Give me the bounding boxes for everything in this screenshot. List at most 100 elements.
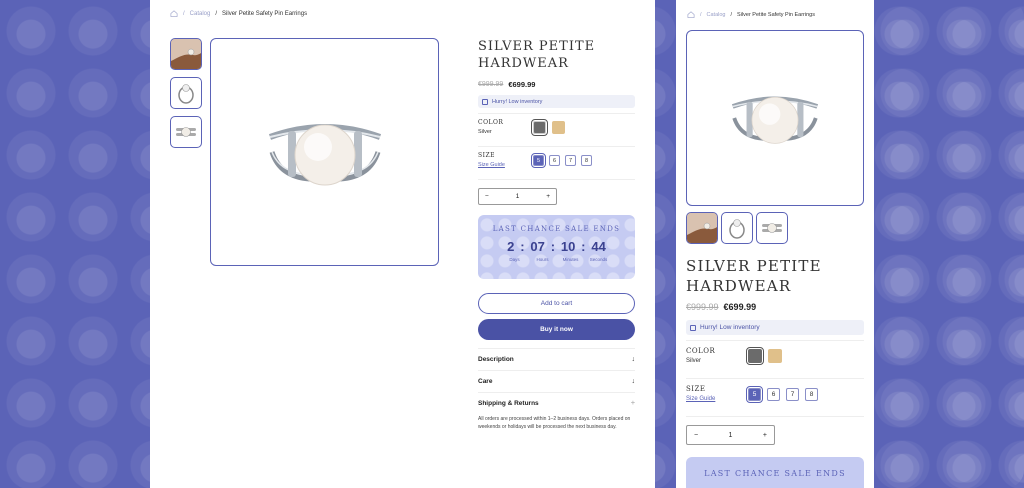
accordion-description-label: Description	[478, 356, 514, 363]
color-option-row: Color Silver	[686, 347, 864, 373]
ring-top-image	[176, 127, 196, 137]
low-inventory-text: Hurry! Low inventory	[700, 324, 760, 331]
pearl-ring-image	[268, 124, 381, 186]
ring-side-image	[178, 84, 194, 104]
countdown-colon: :	[581, 239, 586, 254]
color-label: Color	[478, 119, 504, 126]
swatch-silver[interactable]	[746, 347, 764, 365]
swatch-silver[interactable]	[531, 119, 548, 136]
shipping-text: All orders are processed within 1–2 busi…	[478, 416, 631, 430]
background-pattern-right	[874, 0, 1024, 488]
size-option-5[interactable]: 5	[746, 386, 763, 403]
size-option-8[interactable]: 8	[581, 155, 592, 166]
size-label: Size	[478, 152, 496, 159]
swatch-gold[interactable]	[768, 349, 782, 363]
swatch-gold[interactable]	[552, 121, 565, 134]
thumbnail-ring-top[interactable]	[170, 116, 202, 148]
size-label: Size	[686, 385, 706, 393]
color-value: Silver	[686, 358, 702, 364]
low-inventory-notice: Hurry! Low inventory	[478, 95, 635, 108]
quantity-decrease-button[interactable]: −	[694, 432, 698, 439]
hours-label: Hours	[536, 257, 549, 262]
breadcrumb: / Catalog / Silver Petite Safety Pin Ear…	[687, 11, 815, 18]
breadcrumb-separator: /	[700, 11, 702, 18]
add-to-cart-button[interactable]: Add to cart	[478, 293, 635, 314]
countdown-hours: 07	[530, 239, 545, 254]
accordion-shipping[interactable]: Shipping & Returns +	[478, 392, 635, 414]
color-option-row: Color Silver	[478, 119, 635, 141]
old-price: €999.99	[686, 302, 719, 312]
size-option-row: Size Size Guide 5 6 7 8	[686, 385, 864, 411]
main-product-image[interactable]	[686, 30, 864, 206]
countdown-days: 2	[507, 239, 515, 254]
divider	[478, 179, 635, 180]
accordion-care-label: Care	[478, 378, 493, 385]
size-option-7[interactable]: 7	[786, 388, 799, 401]
quantity-value[interactable]: 1	[516, 193, 520, 200]
breadcrumb-catalog-link[interactable]: Catalog	[707, 12, 726, 18]
seconds-label: Seconds	[589, 257, 608, 262]
pearl-ring-image	[731, 96, 819, 144]
size-option-5[interactable]: 5	[531, 153, 546, 168]
quantity-decrease-button[interactable]: −	[485, 193, 489, 200]
quantity-increase-button[interactable]: +	[546, 193, 550, 200]
home-icon[interactable]	[170, 10, 178, 17]
breadcrumb-current: Silver Petite Safety Pin Earrings	[737, 11, 815, 18]
breadcrumb-separator: /	[183, 10, 185, 17]
divider	[478, 146, 635, 147]
breadcrumb-current: Silver Petite Safety Pin Earrings	[222, 10, 308, 17]
size-guide-link[interactable]: Size Guide	[478, 162, 533, 168]
size-option-row: Size Size Guide 5 6 7 8	[478, 152, 635, 174]
countdown-minutes: 10	[560, 239, 576, 254]
accordion-care[interactable]: Care ↓	[478, 370, 635, 392]
color-label: Color	[686, 347, 716, 355]
divider	[478, 113, 635, 114]
thumbnail-ring-side[interactable]	[170, 77, 202, 109]
breadcrumb-separator: /	[215, 10, 218, 17]
divider	[686, 340, 864, 341]
hand-ring-image	[687, 213, 717, 243]
breadcrumb-separator: /	[730, 11, 733, 18]
thumbnail-ring-top[interactable]	[756, 212, 788, 244]
quantity-value[interactable]: 1	[729, 432, 733, 439]
divider	[686, 416, 864, 417]
minutes-label: Minutes	[562, 257, 579, 262]
checkbox-icon	[690, 324, 696, 331]
size-option-8[interactable]: 8	[805, 388, 818, 401]
collapse-icon: +	[630, 400, 635, 407]
buy-now-button[interactable]: Buy it now	[478, 319, 635, 340]
price-block: €999.99 €699.99	[478, 80, 635, 89]
countdown-labels: Days Hours Minutes Seconds	[478, 257, 635, 262]
product-title: Silver Petite Hardwear	[686, 257, 822, 295]
size-guide-link[interactable]: Size Guide	[686, 396, 748, 402]
days-label: Days	[509, 257, 520, 262]
countdown-timer: Last chance sale ends 2 : 07 : 10 : 44 D…	[478, 215, 635, 279]
ring-side-image	[729, 219, 745, 239]
mobile-product-page: / Catalog / Silver Petite Safety Pin Ear…	[676, 0, 874, 488]
low-inventory-text: Hurry! Low inventory	[492, 98, 543, 105]
thumbnail-ring-side[interactable]	[721, 212, 753, 244]
breadcrumb-catalog-link[interactable]: Catalog	[190, 11, 211, 17]
thumbnail-hand[interactable]	[686, 212, 718, 244]
product-info: Silver Petite Hardwear €999.99 €699.99 H…	[478, 38, 635, 431]
size-option-7[interactable]: 7	[565, 155, 576, 166]
home-icon[interactable]	[687, 11, 695, 18]
hand-ring-image	[171, 39, 201, 69]
sale-price: €699.99	[723, 302, 757, 312]
quantity-stepper: − 1 +	[478, 188, 557, 205]
accordion-description[interactable]: Description ↓	[478, 348, 635, 370]
thumbnail-list	[170, 38, 202, 148]
countdown-title: Last chance sale ends	[704, 469, 846, 478]
size-option-6[interactable]: 6	[767, 388, 780, 401]
color-value: Silver	[478, 129, 492, 135]
breadcrumb: / Catalog / Silver Petite Safety Pin Ear…	[170, 10, 307, 17]
thumbnail-hand[interactable]	[170, 38, 202, 70]
sale-price: €699.99	[508, 80, 536, 89]
accordion-shipping-label: Shipping & Returns	[478, 400, 539, 407]
main-product-image[interactable]	[210, 38, 439, 266]
countdown-timer: Last chance sale ends	[686, 457, 864, 488]
old-price: €999.99	[478, 81, 504, 88]
quantity-increase-button[interactable]: +	[763, 432, 767, 439]
size-option-6[interactable]: 6	[549, 155, 560, 166]
product-info: Silver Petite Hardwear €999.99 €699.99 H…	[686, 256, 864, 445]
